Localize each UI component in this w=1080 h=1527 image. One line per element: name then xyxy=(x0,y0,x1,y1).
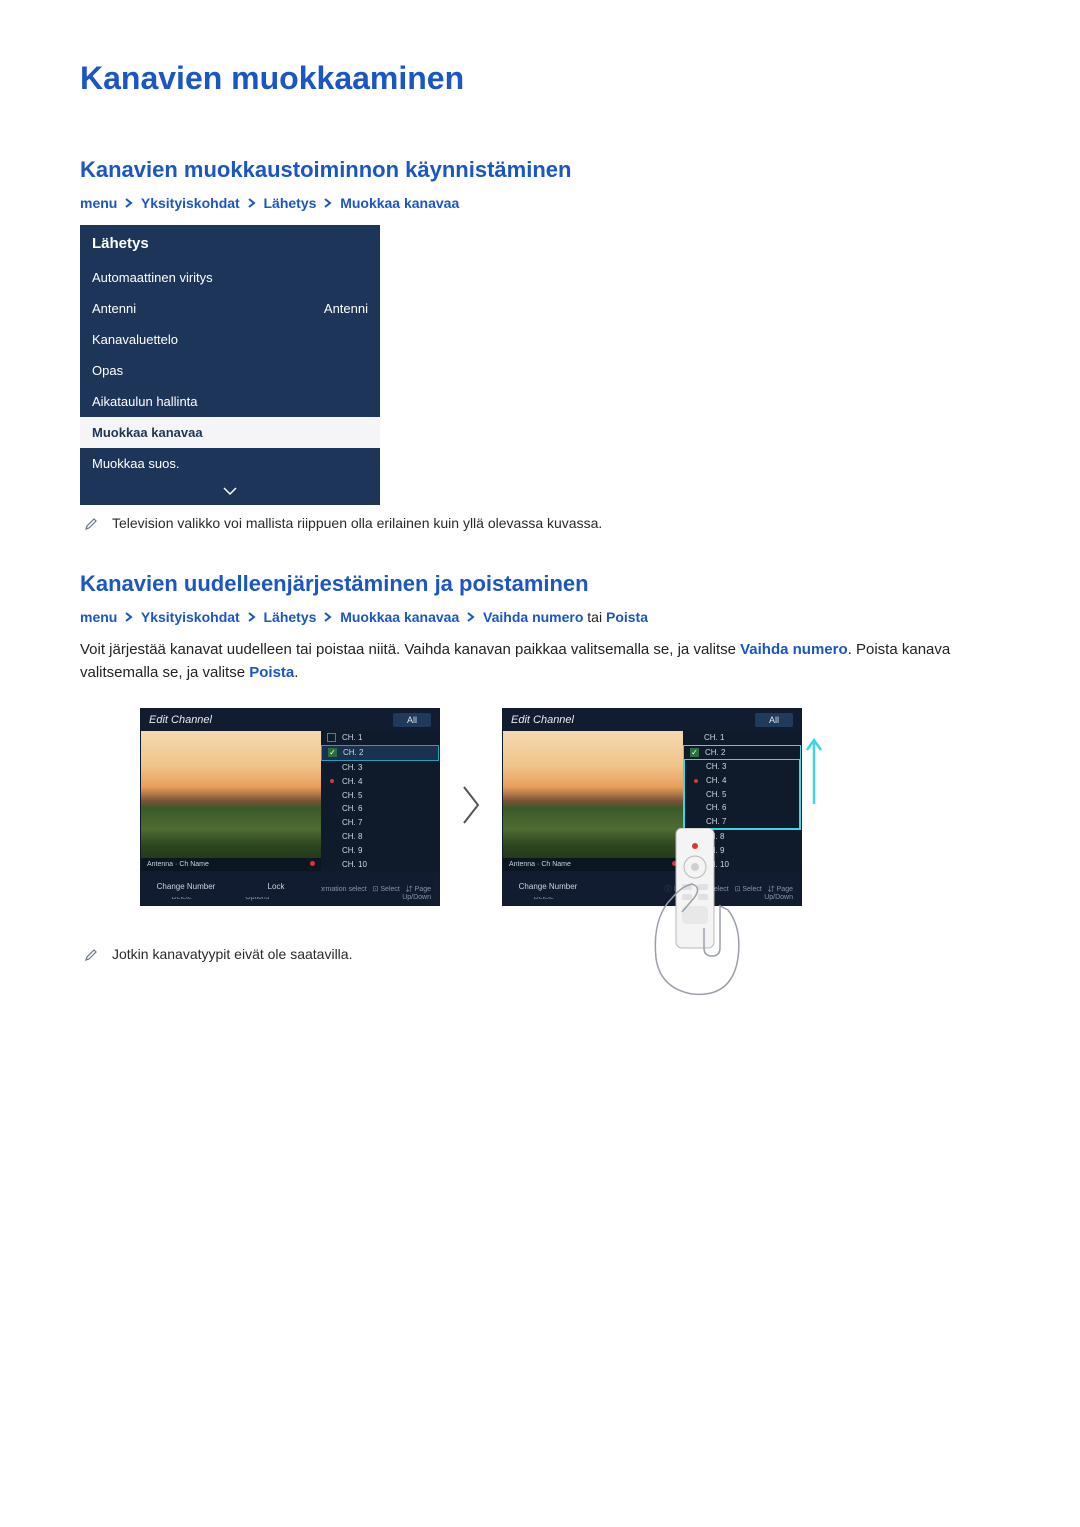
text: . xyxy=(294,664,298,681)
menu-item[interactable]: Automaattinen viritys xyxy=(80,262,380,293)
body-paragraph: Voit järjestää kanavat uudelleen tai poi… xyxy=(80,639,1000,684)
info-label: Antenna xyxy=(147,861,173,868)
channel-item: CH. 4 xyxy=(342,777,362,786)
menu-item-value: Antenni xyxy=(324,301,368,316)
channel-item: CH. 7 xyxy=(342,818,362,827)
channel-item: CH. 1 xyxy=(342,733,362,742)
record-dot-icon xyxy=(310,861,315,866)
chevron-right-icon xyxy=(248,195,256,211)
broadcast-menu: Lähetys Automaattinen viritys Antenni An… xyxy=(80,225,380,505)
menu-item-label: Kanavaluettelo xyxy=(92,332,178,347)
channel-item: CH. 10 xyxy=(342,860,367,869)
channel-item: CH. 8 xyxy=(342,832,362,841)
menu-item[interactable]: Muokkaa suos. xyxy=(80,448,380,479)
arrow-up-icon xyxy=(804,736,824,811)
channel-item: CH. 3 xyxy=(706,762,726,771)
crumb-item[interactable]: Muokkaa kanavaa xyxy=(340,609,459,625)
chevron-right-icon xyxy=(467,609,475,625)
highlight: Poista xyxy=(249,664,294,681)
section2-heading: Kanavien uudelleenjärjestäminen ja poist… xyxy=(80,571,1000,597)
channel-item: CH. 1 xyxy=(704,733,724,742)
menu-item-label: Automaattinen viritys xyxy=(92,270,213,285)
chevron-right-icon xyxy=(125,195,133,211)
menu-item[interactable]: Opas xyxy=(80,355,380,386)
channel-item: CH. 4 xyxy=(706,776,726,785)
tv-preview: Antenna · Ch Name Change Number Lock xyxy=(141,731,321,871)
channel-item: CH. 5 xyxy=(706,790,726,799)
crumb-plain: tai xyxy=(587,609,602,625)
menu-item-selected[interactable]: Muokkaa kanavaa xyxy=(80,417,380,448)
menu-header: Lähetys xyxy=(80,225,380,262)
menu-item[interactable]: Antenni Antenni xyxy=(80,293,380,324)
chevron-right-icon xyxy=(248,609,256,625)
chevron-right-icon xyxy=(324,609,332,625)
crumb-item[interactable]: Vaihda numero xyxy=(483,609,583,625)
tv-filter-pill: All xyxy=(393,713,431,727)
crumb-item[interactable]: menu xyxy=(80,609,117,625)
remote-hand-illustration xyxy=(642,828,752,1003)
channel-item: CH. 2 xyxy=(705,748,725,757)
menu-item-label: Muokkaa suos. xyxy=(92,456,179,471)
info-label: Antenna xyxy=(509,861,535,868)
info-sub: Ch Name xyxy=(179,861,209,868)
menu-item[interactable]: Kanavaluettelo xyxy=(80,324,380,355)
highlight: Vaihda numero xyxy=(740,641,848,658)
menu-item[interactable]: Aikataulun hallinta xyxy=(80,386,380,417)
crumb-item[interactable]: Yksityiskohdat xyxy=(141,195,240,211)
chevron-right-icon xyxy=(460,783,482,832)
tv-title: Edit Channel xyxy=(149,714,212,726)
note: Jotkin kanavatyypit eivät ole saatavilla… xyxy=(84,946,1000,962)
section1-heading: Kanavien muokkaustoiminnon käynnistämine… xyxy=(80,157,1000,183)
crumb-item[interactable]: Poista xyxy=(606,609,648,625)
chevron-right-icon xyxy=(324,195,332,211)
channel-item: CH. 7 xyxy=(706,817,726,826)
tv-action-button: Lock xyxy=(231,876,321,897)
crumb-item[interactable]: Yksityiskohdat xyxy=(141,609,240,625)
note-text: Jotkin kanavatyypit eivät ole saatavilla… xyxy=(112,946,352,962)
menu-item-label: Aikataulun hallinta xyxy=(92,394,198,409)
note: Television valikko voi mallista riippuen… xyxy=(84,515,1000,531)
channel-item: CH. 3 xyxy=(342,763,362,772)
breadcrumb-1: menu Yksityiskohdat Lähetys Muokkaa kana… xyxy=(80,195,1000,211)
menu-item-label: Opas xyxy=(92,363,123,378)
channel-item: CH. 6 xyxy=(706,803,726,812)
crumb-item[interactable]: Lähetys xyxy=(263,195,316,211)
breadcrumb-2: menu Yksityiskohdat Lähetys Muokkaa kana… xyxy=(80,609,1000,625)
channel-list: CH. 1 ✓CH. 2 CH. 3 CH. 4 CH. 5 CH. 6 CH.… xyxy=(321,731,439,871)
info-sub: Ch Name xyxy=(541,861,571,868)
pencil-icon xyxy=(84,948,98,962)
channel-item: CH. 6 xyxy=(342,804,362,813)
tv-filter-pill: All xyxy=(755,713,793,727)
channel-item: CH. 9 xyxy=(342,846,362,855)
crumb-item[interactable]: Muokkaa kanavaa xyxy=(340,195,459,211)
menu-item-label: Antenni xyxy=(92,301,136,316)
note-text: Television valikko voi mallista riippuen… xyxy=(112,515,602,531)
chevron-right-icon xyxy=(125,609,133,625)
pencil-icon xyxy=(84,517,98,531)
text: Voit järjestää kanavat uudelleen tai poi… xyxy=(80,641,740,658)
tv-title: Edit Channel xyxy=(511,714,574,726)
tv-screenshot-left: Edit Channel All Antenna · Ch Name Chang… xyxy=(140,708,440,906)
page-title: Kanavien muokkaaminen xyxy=(80,60,1000,97)
tv-action-button: Change Number xyxy=(503,876,593,897)
channel-item: CH. 5 xyxy=(342,791,362,800)
tv-action-button: Change Number xyxy=(141,876,231,897)
chevron-down-icon[interactable] xyxy=(80,479,380,505)
crumb-item[interactable]: menu xyxy=(80,195,117,211)
crumb-item[interactable]: Lähetys xyxy=(263,609,316,625)
menu-item-label: Muokkaa kanavaa xyxy=(92,425,203,440)
channel-item: CH. 2 xyxy=(343,748,363,757)
figure-row: Edit Channel All Antenna · Ch Name Chang… xyxy=(140,708,1000,906)
